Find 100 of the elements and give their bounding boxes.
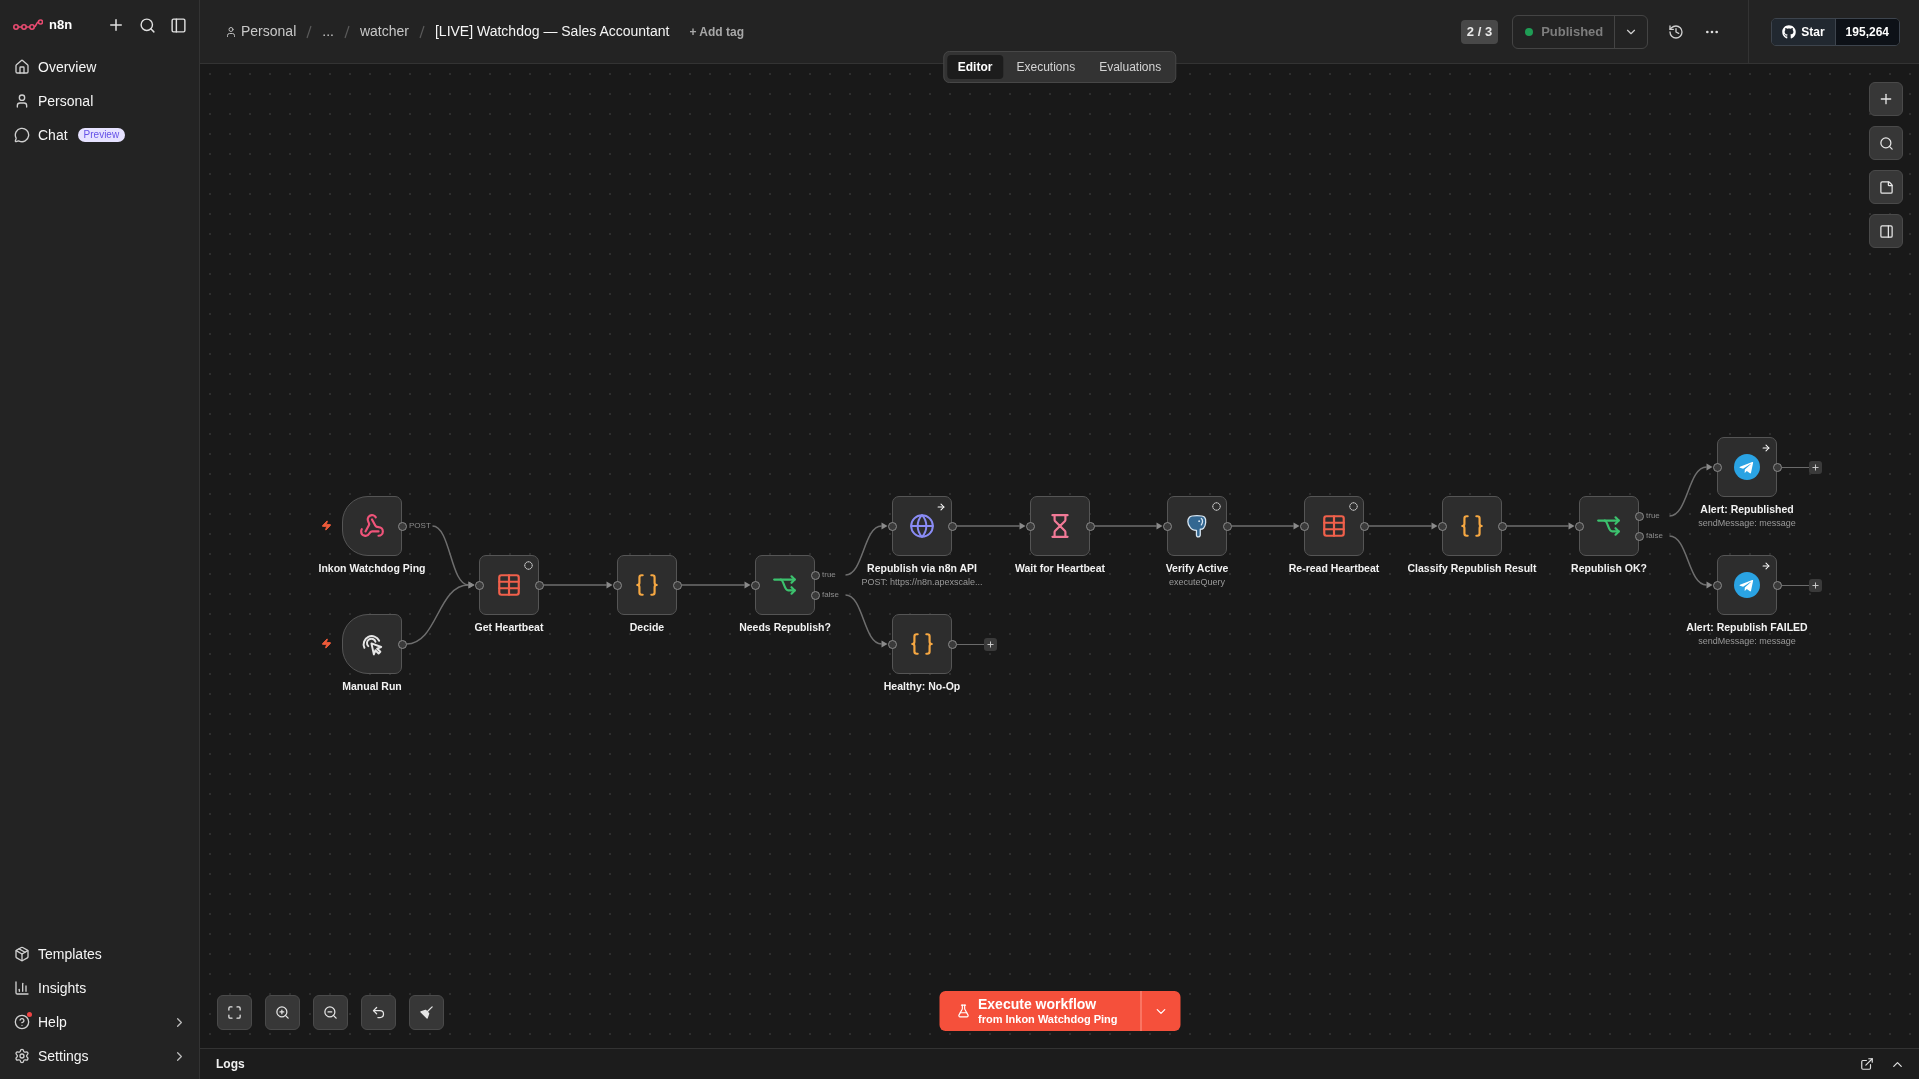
- output-handle[interactable]: [672, 580, 682, 590]
- output-handle[interactable]: [397, 521, 407, 531]
- node-title: Alert: Republish FAILED: [1686, 621, 1808, 634]
- workflow-node[interactable]: [1030, 496, 1090, 556]
- input-handle[interactable]: [1437, 521, 1447, 531]
- published-button[interactable]: Published: [1513, 15, 1615, 48]
- history-icon[interactable]: [1668, 23, 1685, 40]
- workflow-node[interactable]: [755, 555, 815, 615]
- node-title: Alert: Republished: [1700, 503, 1794, 516]
- sticky-note-button[interactable]: [1869, 170, 1903, 204]
- workflow-node[interactable]: [1304, 496, 1364, 556]
- output-handle[interactable]: [947, 521, 957, 531]
- input-handle[interactable]: [1574, 521, 1584, 531]
- node-title: Decide: [629, 621, 665, 634]
- node-subtitle: POST: https://n8n.apexscale...: [861, 577, 983, 588]
- search-button[interactable]: [1869, 126, 1903, 160]
- output-handle[interactable]: [1772, 462, 1782, 472]
- braces-icon: [1459, 513, 1485, 539]
- preview-badge: Preview: [77, 128, 126, 142]
- output-handle[interactable]: [1359, 521, 1369, 531]
- output-label: true: [822, 570, 836, 580]
- node-title: Classify Republish Result: [1407, 562, 1537, 575]
- add-node-button[interactable]: [984, 638, 997, 651]
- output-handle[interactable]: [947, 639, 957, 649]
- zoom-in-button[interactable]: [265, 995, 300, 1030]
- fit-view-button[interactable]: [217, 995, 252, 1030]
- output-label: false: [822, 590, 839, 600]
- workflow-node[interactable]: [892, 614, 952, 674]
- input-handle[interactable]: [1299, 521, 1309, 531]
- workflow-node[interactable]: [342, 614, 402, 674]
- workflow-node[interactable]: [1717, 555, 1777, 615]
- add-node-button[interactable]: [1809, 579, 1822, 592]
- output-handle[interactable]: [397, 639, 407, 649]
- panel-toggle-button[interactable]: [1869, 214, 1903, 248]
- workflow-node[interactable]: [892, 496, 952, 556]
- input-handle[interactable]: [612, 580, 622, 590]
- tab[interactable]: Editor: [946, 55, 1004, 79]
- workflow-node[interactable]: [1717, 437, 1777, 497]
- add-tag-link[interactable]: + Add tag: [689, 22, 745, 41]
- output-handle[interactable]: [1772, 580, 1782, 590]
- add-node-button[interactable]: [1809, 461, 1822, 474]
- workflow-node[interactable]: [1579, 496, 1639, 556]
- settings-icon: [14, 1048, 30, 1064]
- node-title: Verify Active: [1165, 562, 1229, 575]
- node-title: Needs Republish?: [739, 621, 831, 634]
- input-handle[interactable]: [750, 580, 760, 590]
- plus-icon[interactable]: [107, 16, 125, 34]
- branch-arrows-icon: [1596, 513, 1622, 539]
- node-title: Wait for Heartbeat: [1015, 562, 1105, 575]
- input-handle[interactable]: [1025, 521, 1035, 531]
- node-subtitle: sendMessage: message: [1698, 518, 1796, 529]
- output-handle[interactable]: [1085, 521, 1095, 531]
- workflow-node[interactable]: [617, 555, 677, 615]
- tab[interactable]: Evaluations: [1088, 55, 1173, 79]
- logo-icon: [13, 18, 43, 32]
- input-handle[interactable]: [1712, 580, 1722, 590]
- node-title: Republish via n8n API: [867, 562, 977, 575]
- lightning-icon: [321, 638, 332, 649]
- sidebar-item[interactable]: Templates: [0, 937, 199, 971]
- sidebar-item[interactable]: Chat Preview: [0, 118, 199, 152]
- workflow-node[interactable]: [1167, 496, 1227, 556]
- output-handle[interactable]: [1222, 521, 1232, 531]
- search-icon[interactable]: [139, 16, 156, 34]
- lightning-icon: [321, 520, 332, 531]
- sidebar-item[interactable]: Insights: [0, 971, 199, 1005]
- workflow-node[interactable]: [479, 555, 539, 615]
- breadcrumb-link[interactable]: watcher: [359, 21, 409, 42]
- breadcrumb-separator: [418, 24, 425, 39]
- sidebar-item[interactable]: Settings: [0, 1039, 199, 1073]
- output-handle[interactable]: [1497, 521, 1507, 531]
- table-icon: [1321, 513, 1347, 539]
- zoom-out-button[interactable]: [313, 995, 348, 1030]
- sidebar-item[interactable]: Overview: [0, 50, 199, 84]
- input-handle[interactable]: [887, 521, 897, 531]
- plus-icon: [986, 640, 995, 649]
- input-handle[interactable]: [887, 639, 897, 649]
- input-handle[interactable]: [1162, 521, 1172, 531]
- undo-button[interactable]: [361, 995, 396, 1030]
- note-icon: [1878, 179, 1894, 195]
- stub-line: [956, 644, 985, 645]
- add-node-button[interactable]: [1869, 82, 1903, 116]
- tab[interactable]: Executions: [1005, 55, 1087, 79]
- pop-out-icon[interactable]: [1860, 1057, 1874, 1071]
- breadcrumb-link[interactable]: ...: [322, 21, 334, 42]
- workflow-title[interactable]: [LIVE] Watchdog — Sales Accountant: [434, 21, 670, 42]
- connection-line: [1367, 522, 1438, 530]
- input-handle[interactable]: [474, 580, 484, 590]
- undo-icon: [371, 1005, 386, 1020]
- breadcrumb-link[interactable]: Personal: [225, 21, 297, 42]
- output-label: false: [1646, 531, 1663, 541]
- workflow-node[interactable]: [1442, 496, 1502, 556]
- workflow-node[interactable]: [342, 496, 402, 556]
- output-handle[interactable]: [534, 580, 544, 590]
- sidebar-toggle-icon[interactable]: [170, 16, 187, 34]
- input-handle[interactable]: [1712, 462, 1722, 472]
- tidy-up-button[interactable]: [409, 995, 444, 1030]
- star-button[interactable]: Star: [1772, 18, 1835, 45]
- output-label: true: [1646, 511, 1660, 521]
- sidebar-item[interactable]: Personal: [0, 84, 199, 118]
- sidebar-item[interactable]: Help: [0, 1005, 199, 1039]
